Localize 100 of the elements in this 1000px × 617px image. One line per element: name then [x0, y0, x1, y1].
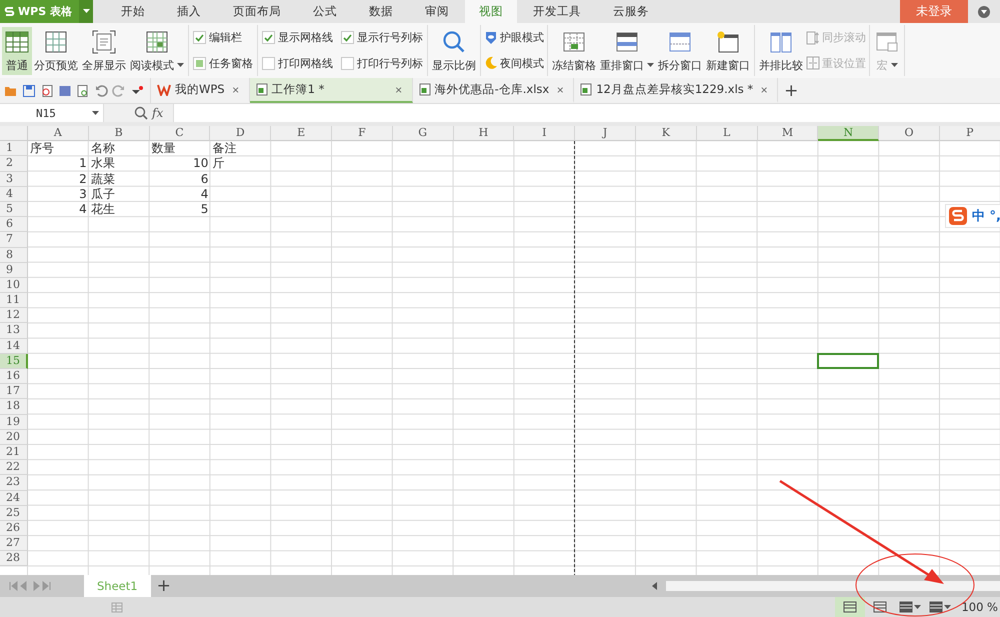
row-header[interactable]: 3 — [0, 172, 28, 187]
checkbox[interactable] — [262, 56, 275, 70]
menu-tab[interactable]: 页面布局 — [217, 0, 297, 23]
close-button[interactable]: × — [228, 82, 243, 96]
formula-field[interactable] — [173, 104, 1000, 122]
menu-tab[interactable]: 云服务 — [597, 0, 665, 23]
row-header[interactable]: 25 — [0, 506, 28, 521]
row-header[interactable]: 12 — [0, 308, 28, 324]
ribbon-button[interactable]: 阅读模式 — [128, 26, 186, 74]
row-header[interactable]: 6 — [0, 217, 28, 232]
view-button[interactable] — [835, 597, 866, 617]
row-header[interactable]: 18 — [0, 399, 28, 415]
close-button[interactable]: × — [553, 82, 568, 96]
checkbox[interactable] — [341, 31, 354, 44]
checkbox[interactable] — [341, 56, 354, 70]
column-header[interactable]: K — [636, 126, 697, 142]
scroll-left-icon[interactable] — [650, 581, 660, 591]
menu-tab[interactable]: 审阅 — [409, 0, 465, 23]
column-header[interactable]: B — [88, 126, 150, 142]
column-header[interactable]: G — [392, 126, 454, 142]
document-tab[interactable]: 工作簿1 * × — [250, 78, 413, 103]
column-header[interactable]: I — [514, 126, 576, 142]
row-header[interactable]: 4 — [0, 186, 28, 202]
ribbon-button[interactable]: 冻结窗格 — [550, 26, 598, 74]
active-cell[interactable] — [817, 352, 880, 369]
ribbon-button[interactable]: 全屏显示 — [80, 26, 128, 74]
preview-icon[interactable] — [76, 84, 90, 98]
row-header[interactable]: 20 — [0, 430, 28, 445]
print-icon[interactable] — [58, 84, 72, 98]
row-header[interactable]: 14 — [0, 338, 28, 354]
row-header[interactable]: 10 — [0, 278, 28, 294]
ribbon-button[interactable]: 护眼模式 — [483, 30, 545, 46]
column-header[interactable]: J — [575, 126, 636, 142]
row-header[interactable]: 19 — [0, 414, 28, 430]
menu-tab[interactable]: 开始 — [105, 0, 161, 23]
table-cell-text: 数量 — [150, 141, 177, 156]
ribbon-button[interactable]: 并排比较 — [757, 26, 805, 74]
table-cell-text: 1 — [78, 156, 88, 172]
ribbon-button[interactable]: 显示比例 — [430, 26, 478, 74]
menu-tab[interactable]: 视图 — [465, 0, 517, 23]
document-tab[interactable]: 12月盘点差异核实1229.xls * × — [574, 78, 778, 103]
ime-toolbar[interactable]: 中 °, — [945, 204, 1000, 228]
row-header[interactable]: 26 — [0, 520, 28, 536]
column-header[interactable]: E — [271, 126, 332, 142]
menu-tab[interactable]: 开发工具 — [517, 0, 597, 23]
row-header[interactable]: 5 — [0, 202, 28, 218]
ribbon-button[interactable]: 分页预览 — [32, 26, 80, 74]
view-icon — [843, 601, 858, 613]
row-header[interactable]: 24 — [0, 490, 28, 506]
row-header[interactable]: 2 — [0, 156, 28, 172]
column-header[interactable]: D — [210, 126, 272, 142]
column-header[interactable]: A — [28, 126, 89, 142]
save-icon[interactable] — [22, 84, 36, 98]
checkbox[interactable] — [193, 56, 206, 70]
close-button[interactable]: × — [392, 82, 406, 96]
row-header[interactable]: 7 — [0, 232, 28, 248]
row-header[interactable]: 9 — [0, 262, 28, 278]
ribbon-button[interactable]: 普通 — [2, 26, 32, 74]
column-header[interactable]: L — [696, 126, 758, 142]
ribbon-button[interactable]: 重排窗口 — [598, 26, 656, 74]
row-header[interactable]: 8 — [0, 248, 28, 263]
row-header[interactable]: 16 — [0, 369, 28, 384]
zoom-icon[interactable] — [134, 106, 148, 120]
row-header[interactable]: 17 — [0, 384, 28, 400]
add-sheet-button[interactable]: + — [150, 575, 177, 597]
row-header[interactable]: 28 — [0, 551, 28, 566]
app-menu-button[interactable]: WPS 表格 — [0, 0, 93, 23]
horizontal-scrollbar[interactable] — [666, 581, 1000, 591]
column-header[interactable]: M — [758, 126, 818, 142]
s-logo-icon — [948, 206, 968, 226]
skin-icon[interactable] — [977, 4, 991, 18]
undo-icon[interactable] — [94, 84, 108, 98]
column-header[interactable]: P — [940, 126, 1000, 142]
ribbon-button[interactable]: 夜间模式 — [483, 56, 545, 71]
row-header[interactable]: 11 — [0, 293, 28, 308]
row-header[interactable]: 27 — [0, 536, 28, 552]
new-tab-button[interactable]: + — [778, 78, 804, 103]
column-header[interactable]: H — [454, 126, 514, 142]
row-header[interactable]: 13 — [0, 323, 28, 339]
document-tab[interactable]: 海外优惠品-仓库.xlsx × — [412, 78, 574, 103]
close-button[interactable]: × — [757, 82, 772, 96]
export-icon[interactable] — [40, 84, 54, 98]
column-header[interactable]: F — [332, 126, 393, 142]
ribbon-button[interactable]: 新建窗口 — [704, 26, 752, 74]
menu-tab[interactable]: 插入 — [161, 0, 217, 23]
row-header[interactable]: 21 — [0, 444, 28, 460]
checkbox[interactable] — [193, 31, 206, 44]
row-header[interactable]: 23 — [0, 475, 28, 490]
menu-tab[interactable]: 数据 — [353, 0, 409, 23]
column-header[interactable]: O — [879, 126, 940, 142]
menu-tab[interactable]: 公式 — [297, 0, 353, 23]
view-icon — [873, 601, 888, 613]
row-header[interactable]: 1 — [0, 141, 28, 156]
ribbon-button[interactable]: 拆分窗口 — [656, 26, 704, 74]
zoom-level[interactable]: 100 % — [955, 597, 1000, 617]
name-box[interactable]: N15 — [0, 104, 104, 122]
checkbox[interactable] — [262, 31, 275, 44]
column-header[interactable]: C — [150, 126, 210, 142]
function-button[interactable]: fx — [148, 104, 174, 122]
row-header[interactable]: 22 — [0, 460, 28, 476]
